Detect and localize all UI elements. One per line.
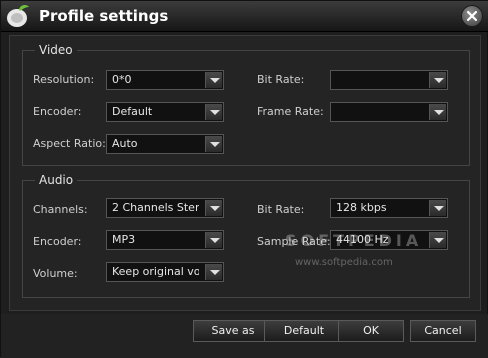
frame-rate-label: Frame Rate: <box>257 105 324 118</box>
cancel-button[interactable]: Cancel <box>410 320 476 342</box>
channels-value: 2 Channels Stereo <box>112 201 199 214</box>
chevron-down-icon <box>429 104 446 120</box>
softpedia-url-watermark: www.softpedia.com <box>295 257 393 268</box>
video-encoder-select[interactable]: Default <box>106 102 224 122</box>
chevron-down-icon <box>429 72 446 88</box>
chevron-down-icon <box>205 104 222 120</box>
audio-bitrate-select[interactable]: 128 kbps <box>330 198 448 218</box>
video-encoder-value: Default <box>112 105 153 118</box>
volume-select[interactable]: Keep original volume <box>106 262 224 282</box>
channels-select[interactable]: 2 Channels Stereo <box>106 198 224 218</box>
profile-settings-window: Profile settings Video Resolution: 0*0 E… <box>0 0 488 358</box>
frame-rate-select[interactable] <box>330 102 448 122</box>
audio-group: Audio Channels: 2 Channels Stereo Encode… <box>22 173 470 298</box>
chevron-down-icon <box>205 232 222 248</box>
resolution-value: 0*0 <box>112 73 132 86</box>
aspect-ratio-label: Aspect Ratio: <box>33 137 106 150</box>
button-bar: Save as Default OK Cancel <box>1 314 488 358</box>
resolution-select[interactable]: 0*0 <box>106 70 224 90</box>
resolution-label: Resolution: <box>33 73 95 86</box>
channels-label: Channels: <box>33 203 88 216</box>
chevron-down-icon <box>205 72 222 88</box>
title-bar: Profile settings <box>1 1 488 32</box>
window-title: Profile settings <box>39 7 169 25</box>
chevron-down-icon <box>205 264 222 280</box>
video-bitrate-label: Bit Rate: <box>257 73 305 86</box>
softpedia-watermark: SOFTPEDIA <box>285 231 423 250</box>
chevron-down-icon <box>429 200 446 216</box>
save-as-button[interactable]: Save as <box>193 320 273 342</box>
chevron-down-icon <box>205 136 222 152</box>
audio-bitrate-label: Bit Rate: <box>257 203 305 216</box>
default-button[interactable]: Default <box>264 320 344 342</box>
audio-encoder-select[interactable]: MP3 <box>106 230 224 250</box>
volume-label: Volume: <box>33 267 78 280</box>
ok-button[interactable]: OK <box>338 320 404 342</box>
video-group: Video Resolution: 0*0 Encoder: Default A… <box>22 43 470 166</box>
video-group-title: Video <box>35 43 77 57</box>
video-bitrate-select[interactable] <box>330 70 448 90</box>
audio-bitrate-value: 128 kbps <box>336 201 387 214</box>
aspect-ratio-select[interactable]: Auto <box>106 134 224 154</box>
audio-encoder-label: Encoder: <box>33 235 82 248</box>
video-encoder-label: Encoder: <box>33 105 82 118</box>
volume-value: Keep original volume <box>112 265 199 278</box>
audio-encoder-value: MP3 <box>112 233 136 246</box>
settings-panel: Video Resolution: 0*0 Encoder: Default A… <box>9 35 481 311</box>
chevron-down-icon <box>429 232 446 248</box>
aspect-ratio-value: Auto <box>112 137 138 150</box>
close-button[interactable] <box>461 5 483 27</box>
chevron-down-icon <box>205 200 222 216</box>
audio-group-title: Audio <box>35 173 78 187</box>
app-logo-icon <box>7 4 29 27</box>
